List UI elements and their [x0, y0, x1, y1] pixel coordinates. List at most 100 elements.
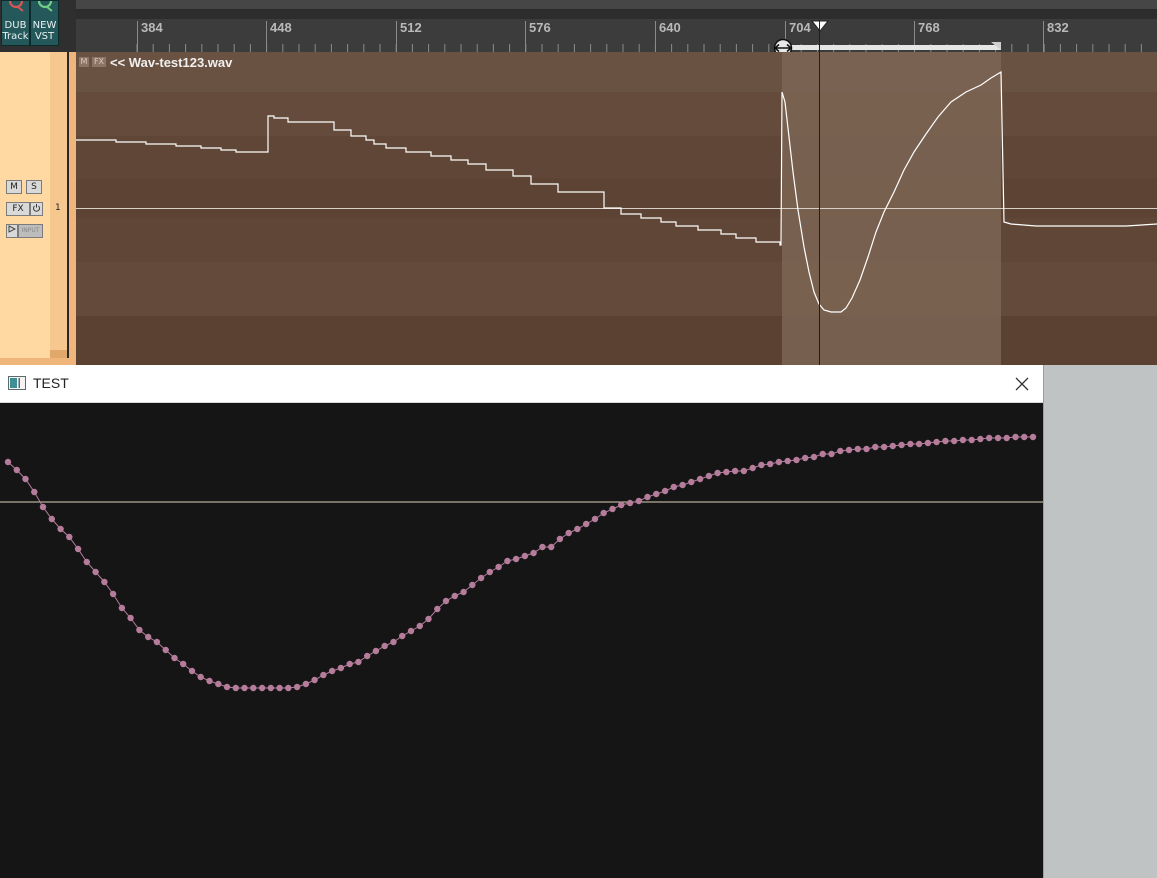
data-point: [626, 499, 634, 507]
input-selector[interactable]: INPUT: [18, 224, 43, 238]
data-point: [802, 454, 809, 462]
data-point: [407, 627, 415, 635]
dub-track-line1: DUB: [4, 20, 27, 31]
new-vst-button[interactable]: NEW VST: [30, 0, 59, 46]
clip-title: << Wav-test123.wav: [110, 55, 233, 70]
data-point: [556, 535, 564, 543]
data-point: [337, 664, 345, 672]
data-point: [442, 597, 450, 605]
data-point: [530, 549, 537, 557]
data-point: [512, 555, 520, 563]
loop-selection-bar[interactable]: [781, 45, 1001, 50]
loop-end-marker[interactable]: [991, 42, 1003, 50]
clip-fx-badge[interactable]: FX: [92, 57, 106, 67]
data-point: [670, 483, 677, 491]
ruler-label: 768: [918, 20, 940, 35]
clip-mute-badge[interactable]: M: [79, 57, 89, 67]
new-vst-line2: VST: [34, 31, 55, 42]
data-point: [477, 574, 485, 582]
q-icon: [2, 1, 29, 17]
track-resize-corner[interactable]: [50, 350, 67, 358]
ruler-marker-strip[interactable]: [76, 10, 1157, 19]
data-point: [416, 622, 423, 630]
data-point: [845, 446, 853, 454]
solo-button[interactable]: S: [26, 180, 42, 194]
ruler-label: 512: [400, 20, 422, 35]
data-point: [837, 447, 844, 455]
data-point: [364, 652, 371, 660]
data-point: [986, 434, 993, 442]
data-point: [188, 667, 196, 675]
data-point: [968, 436, 975, 444]
ruler-label: 576: [529, 20, 551, 35]
data-point: [591, 515, 599, 523]
track-panel: M S FX INPUT 1: [0, 52, 76, 365]
playhead-line[interactable]: [819, 20, 820, 365]
toolbar: DUB Track NEW VST: [0, 0, 76, 52]
data-point: [661, 487, 669, 495]
playhead-marker-icon[interactable]: [811, 20, 829, 32]
data-point: [863, 445, 870, 453]
data-point: [854, 445, 861, 453]
data-point: [232, 684, 239, 692]
data-point: [574, 525, 581, 533]
window-icon: [8, 376, 26, 390]
data-point: [434, 605, 441, 613]
data-point: [276, 684, 283, 692]
ruler-label: 832: [1047, 20, 1069, 35]
data-point: [355, 658, 362, 666]
timeline-ruler[interactable]: 384 448 512 576 640 704 768 832: [76, 0, 1157, 58]
data-point: [346, 660, 353, 668]
data-point: [171, 654, 178, 662]
fx-button[interactable]: FX: [6, 202, 30, 216]
data-point: [749, 464, 756, 472]
data-point: [127, 614, 134, 622]
track-controls: M S FX INPUT: [0, 52, 51, 358]
test-plot: [0, 433, 1043, 692]
data-point: [66, 533, 73, 541]
mute-button[interactable]: M: [6, 180, 22, 194]
data-point: [1012, 433, 1019, 441]
series-points: [4, 433, 1037, 692]
close-icon[interactable]: [1012, 374, 1032, 394]
data-point: [907, 440, 914, 448]
data-point: [241, 684, 248, 692]
test-window: TEST: [0, 365, 1044, 878]
data-point: [372, 647, 380, 655]
data-point: [145, 633, 152, 641]
data-point: [101, 578, 108, 586]
data-point: [302, 680, 310, 688]
record-arm-icon[interactable]: [6, 224, 18, 238]
data-point: [731, 467, 739, 475]
data-point: [723, 468, 730, 476]
ruler-label: 640: [659, 20, 681, 35]
data-point: [600, 509, 607, 517]
power-icon[interactable]: [30, 202, 43, 216]
data-point: [451, 592, 458, 600]
data-point: [565, 529, 572, 537]
data-point: [539, 543, 546, 551]
ruler-label: 448: [270, 20, 292, 35]
data-point: [118, 604, 126, 612]
data-point: [311, 676, 318, 684]
data-point: [679, 481, 686, 489]
data-point: [486, 568, 493, 576]
window-title: TEST: [33, 375, 69, 391]
data-point: [13, 466, 20, 474]
data-point: [267, 684, 274, 692]
data-point: [994, 434, 1002, 442]
clip-waveform-canvas: [76, 52, 1157, 365]
ruler-label: 704: [789, 20, 811, 35]
new-vst-line1: NEW: [32, 20, 57, 31]
audio-clip[interactable]: M FX << Wav-test123.wav: [76, 52, 1157, 365]
data-point: [889, 442, 896, 450]
window-titlebar[interactable]: TEST: [0, 365, 1043, 403]
data-point: [924, 439, 932, 447]
data-point: [819, 450, 826, 458]
data-point: [609, 505, 616, 513]
data-point: [258, 684, 266, 692]
data-point: [977, 435, 984, 443]
data-point: [696, 475, 704, 483]
data-point: [1029, 433, 1037, 441]
dub-track-button[interactable]: DUB Track: [1, 0, 30, 46]
